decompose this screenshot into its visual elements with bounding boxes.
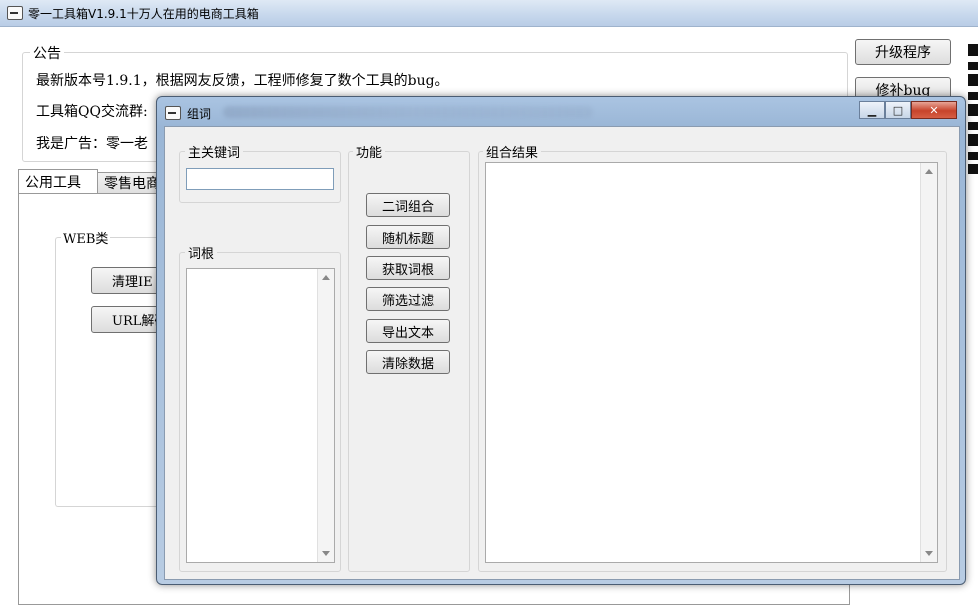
web-group-legend: WEB类 xyxy=(61,228,111,247)
scroll-down-icon[interactable] xyxy=(925,551,933,556)
upgrade-button[interactable]: 升级程序 xyxy=(855,39,951,65)
dialog-title: 组词 xyxy=(187,107,212,121)
compose-words-dialog[interactable]: 组词 ▁ □ ✕ 主关键词 词根 功能 二词组合 随机标题 获取词根 筛选过滤 … xyxy=(156,96,966,585)
result-scrollbar[interactable] xyxy=(920,163,937,562)
main-title-bar[interactable]: 零一工具箱V1.9.1十万人在用的电商工具箱 xyxy=(0,0,978,27)
scroll-down-icon[interactable] xyxy=(322,551,330,556)
notice-legend: 公告 xyxy=(30,43,64,63)
dialog-client-area: 主关键词 词根 功能 二词组合 随机标题 获取词根 筛选过滤 导出文本 清除数据… xyxy=(164,126,960,580)
main-keyword-legend: 主关键词 xyxy=(185,142,244,161)
main-keyword-input[interactable] xyxy=(186,168,334,190)
export-text-button[interactable]: 导出文本 xyxy=(366,319,450,343)
clear-data-button[interactable]: 清除数据 xyxy=(366,350,450,374)
dialog-app-icon xyxy=(165,106,181,120)
root-words-legend: 词根 xyxy=(185,243,218,262)
notice-line-qq-group: 工具箱QQ交流群: xyxy=(36,104,148,120)
scroll-up-icon[interactable] xyxy=(322,275,330,280)
close-icon[interactable]: ✕ xyxy=(911,101,957,119)
notice-line-ad: 我是广告：零一老 xyxy=(36,136,148,152)
qr-code-image xyxy=(968,44,978,174)
maximize-icon[interactable]: □ xyxy=(885,101,911,119)
minimize-icon[interactable]: ▁ xyxy=(859,101,885,119)
root-words-scrollbar[interactable] xyxy=(317,269,334,562)
dialog-title-blurred-text xyxy=(223,106,593,118)
filter-button[interactable]: 筛选过滤 xyxy=(366,287,450,311)
result-textarea[interactable] xyxy=(485,162,938,563)
scroll-up-icon[interactable] xyxy=(925,169,933,174)
functions-legend: 功能 xyxy=(353,142,386,161)
two-word-combine-button[interactable]: 二词组合 xyxy=(366,193,450,217)
random-title-button[interactable]: 随机标题 xyxy=(366,225,450,249)
root-words-listbox[interactable] xyxy=(186,268,335,563)
notice-line-version: 最新版本号1.9.1，根据网友反馈，工程师修复了数个工具的bug。 xyxy=(36,73,449,89)
main-window-title: 零一工具箱V1.9.1十万人在用的电商工具箱 xyxy=(28,7,259,21)
result-legend: 组合结果 xyxy=(483,142,542,161)
get-root-words-button[interactable]: 获取词根 xyxy=(366,256,450,280)
app-icon xyxy=(7,6,23,20)
tab-public-tools[interactable]: 公用工具 xyxy=(18,169,98,193)
